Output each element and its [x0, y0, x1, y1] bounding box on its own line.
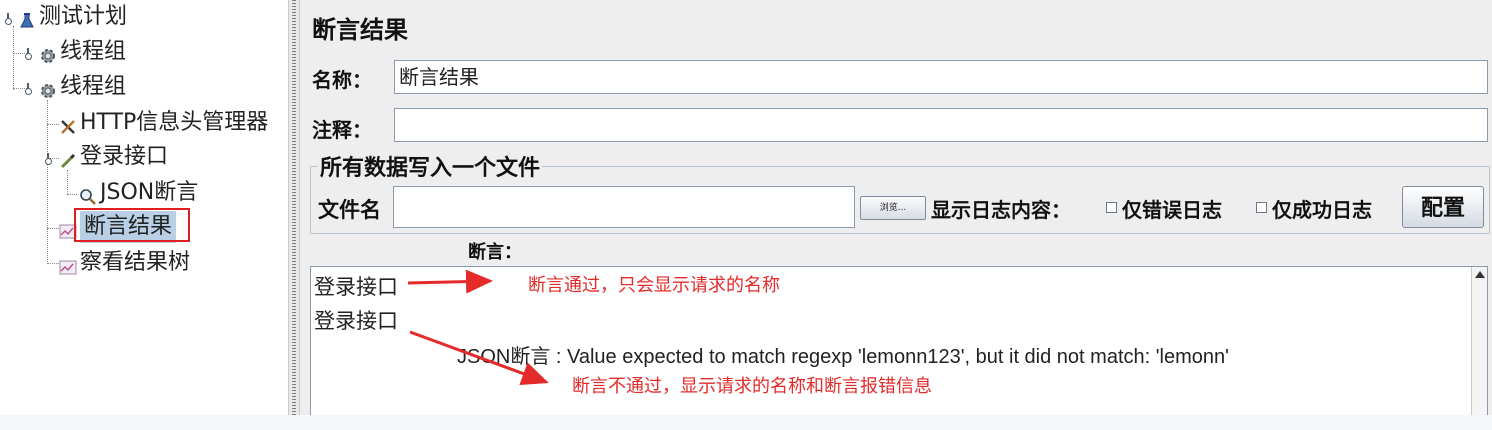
fail-annotation-note: 断言不通过，显示请求的名称和断言报错信息 [572, 376, 932, 397]
fail-annotation-arrow [409, 330, 549, 385]
pass-annotation-arrow [407, 269, 493, 294]
bottom-border [0, 415, 1492, 430]
annotation-arrows [407, 269, 549, 385]
pass-annotation-note: 断言通过，只会显示请求的名称 [528, 275, 780, 296]
